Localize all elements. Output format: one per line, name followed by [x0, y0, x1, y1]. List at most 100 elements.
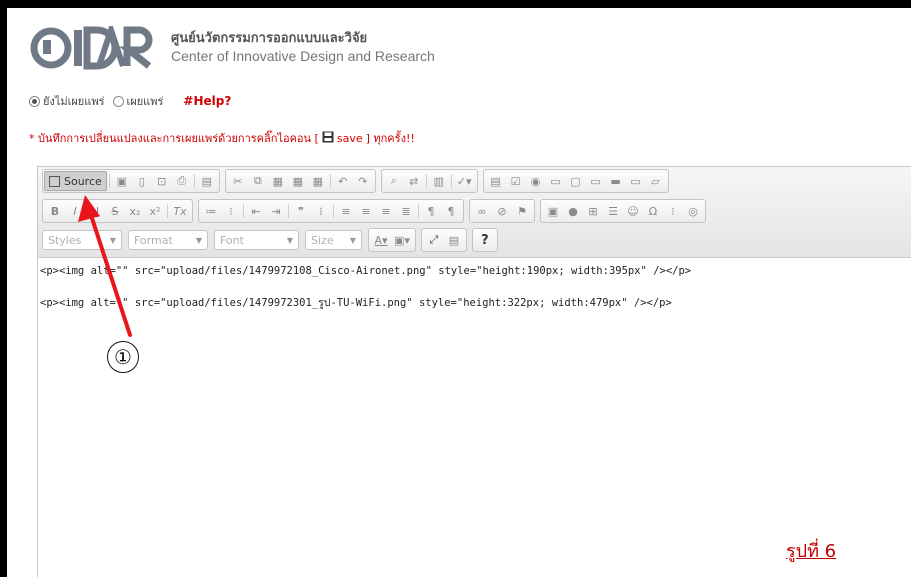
button-field-icon[interactable]: ▬ [606, 171, 626, 191]
help-link[interactable]: #Help? [183, 94, 231, 108]
radio-icon[interactable]: ◉ [526, 171, 546, 191]
new-page-icon[interactable]: ▯ [132, 171, 152, 191]
undo-icon[interactable]: ↶ [333, 171, 353, 191]
select-field-icon[interactable]: ▭ [586, 171, 606, 191]
ltr-icon[interactable]: ¶ [421, 201, 441, 221]
chevron-down-icon: ▼ [109, 235, 116, 245]
source-button[interactable]: Source [44, 171, 107, 191]
font-label: Font [220, 233, 244, 247]
form-icon[interactable]: ▤ [486, 171, 506, 191]
chevron-down-icon: ▼ [286, 235, 293, 245]
link-icon[interactable]: ∞ [472, 201, 492, 221]
published-label[interactable]: เผยแพร่ [127, 92, 164, 110]
editor-toolbars: Source ▣ ▯ ⊡ ⎙ ▤ ✂ ⧉ ▦ ▦ ▦ ↶ ↷ ⌕ ⇄ ▥ ✓▾ … [38, 167, 911, 258]
clipboard-group: ✂ ⧉ ▦ ▦ ▦ ↶ ↷ [224, 169, 376, 193]
subscript-button[interactable]: x₂ [125, 201, 145, 221]
bg-color-icon[interactable]: ▣▾ [391, 230, 413, 250]
published-radio[interactable] [112, 95, 124, 107]
hidden-field-icon[interactable]: ▱ [646, 171, 666, 191]
format-label: Format [134, 233, 173, 247]
source-line-1: <p><img alt="" src="upload/files/1479972… [40, 265, 692, 277]
align-right-icon[interactable]: ≡ [376, 201, 396, 221]
publish-status-row: ยังไม่เผยแพร่ เผยแพร่ #Help? [29, 92, 231, 110]
note-save-word: save [336, 131, 363, 145]
blockquote-icon[interactable]: ❞ [291, 201, 311, 221]
font-dropdown[interactable]: Font ▼ [214, 230, 299, 250]
align-left-icon[interactable]: ≡ [336, 201, 356, 221]
bold-button[interactable]: B [45, 201, 65, 221]
about-group: ? [471, 228, 498, 252]
div-container-icon[interactable]: ⁞ [311, 201, 331, 221]
paste-icon[interactable]: ▦ [268, 171, 288, 191]
links-group: ∞ ⊘ ⚑ [469, 199, 535, 223]
align-center-icon[interactable]: ≡ [356, 201, 376, 221]
outdent-icon[interactable]: ⇤ [246, 201, 266, 221]
format-dropdown[interactable]: Format ▼ [128, 230, 208, 250]
page: ศูนย์นวัตกรรมการออกแบบและวิจัย Center of… [7, 8, 911, 577]
bulleted-list-icon[interactable]: ⁝ [221, 201, 241, 221]
maximize-icon[interactable]: ⤢ [424, 230, 444, 250]
strike-button[interactable]: S [105, 201, 125, 221]
paste-word-icon[interactable]: ▦ [308, 171, 328, 191]
justify-icon[interactable]: ≣ [396, 201, 416, 221]
source-code-area[interactable]: <p><img alt="" src="upload/files/1479972… [38, 264, 911, 311]
select-all-icon[interactable]: ▥ [429, 171, 449, 191]
image-icon[interactable]: ▣ [543, 201, 563, 221]
paste-text-icon[interactable]: ▦ [288, 171, 308, 191]
iframe-icon[interactable]: ◎ [683, 201, 703, 221]
chevron-down-icon: ▼ [349, 235, 356, 245]
site-title-thai: ศูนย์นวัตกรรมการออกแบบและวิจัย [171, 31, 368, 46]
site-title-english: Center of Innovative Design and Research [171, 48, 435, 64]
indent-icon[interactable]: ⇥ [266, 201, 286, 221]
text-field-icon[interactable]: ▭ [546, 171, 566, 191]
source-label: Source [64, 174, 102, 188]
about-help-button[interactable]: ? [475, 230, 495, 250]
textarea-icon[interactable]: ▢ [566, 171, 586, 191]
toolbar-row-1: Source ▣ ▯ ⊡ ⎙ ▤ ✂ ⧉ ▦ ▦ ▦ ↶ ↷ ⌕ ⇄ ▥ ✓▾ … [42, 169, 674, 193]
checkbox-icon[interactable]: ☑ [506, 171, 526, 191]
unlink-icon[interactable]: ⊘ [492, 201, 512, 221]
horizontal-rule-icon[interactable]: ☰ [603, 201, 623, 221]
superscript-button[interactable]: x² [145, 201, 165, 221]
editing-group: ⌕ ⇄ ▥ ✓▾ [380, 169, 478, 193]
styles-dropdown[interactable]: Styles ▼ [42, 230, 122, 250]
remove-format-button[interactable]: Tx [170, 201, 190, 221]
note-prefix: * บันทึกการเปลี่ยนแปลงและการเผยแพร่ด้วยก… [29, 132, 319, 145]
page-break-icon[interactable]: ⁝ [663, 201, 683, 221]
show-blocks-icon[interactable]: ▤ [444, 230, 464, 250]
templates-icon[interactable]: ▤ [197, 171, 217, 191]
special-char-icon[interactable]: Ω [643, 201, 663, 221]
rtl-icon[interactable]: ¶ [441, 201, 461, 221]
preview-icon[interactable]: ⊡ [152, 171, 172, 191]
copy-icon[interactable]: ⧉ [248, 171, 268, 191]
find-icon[interactable]: ⌕ [384, 171, 404, 191]
unpublished-radio[interactable] [29, 95, 40, 107]
save-instruction-note: * บันทึกการเปลี่ยนแปลงและการเผยแพร่ด้วยก… [29, 129, 415, 147]
replace-icon[interactable]: ⇄ [404, 171, 424, 191]
underline-button[interactable]: U [85, 201, 105, 221]
size-dropdown[interactable]: Size ▼ [305, 230, 362, 250]
source-icon [49, 175, 60, 187]
site-header: ศูนย์นวัตกรรมการออกแบบและวิจัย Center of… [29, 26, 435, 76]
redo-icon[interactable]: ↷ [353, 171, 373, 191]
cut-icon[interactable]: ✂ [228, 171, 248, 191]
smiley-icon[interactable]: ☺ [623, 201, 643, 221]
note-suffix: ] ทุกครั้ง!! [365, 132, 415, 145]
table-icon[interactable]: ⊞ [583, 201, 603, 221]
italic-button[interactable]: I [65, 201, 85, 221]
numbered-list-icon[interactable]: ≔ [201, 201, 221, 221]
chevron-down-icon: ▼ [195, 235, 202, 245]
styles-label: Styles [48, 233, 82, 247]
spellcheck-icon[interactable]: ✓▾ [454, 171, 475, 191]
print-icon[interactable]: ⎙ [172, 171, 192, 191]
flash-icon[interactable]: ● [563, 201, 583, 221]
anchor-icon[interactable]: ⚑ [512, 201, 532, 221]
save-icon [322, 131, 334, 146]
insert-group: ▣ ● ⊞ ☰ ☺ Ω ⁝ ◎ [540, 199, 706, 223]
unpublished-label[interactable]: ยังไม่เผยแพร่ [43, 92, 105, 110]
paragraph-group: ≔ ⁝ ⇤ ⇥ ❞ ⁞ ≡ ≡ ≡ ≣ ¶ ¶ [198, 199, 464, 223]
figure-label: รูปที่ 6 [786, 541, 837, 562]
image-button-icon[interactable]: ▭ [626, 171, 646, 191]
save-doc-icon[interactable]: ▣ [112, 171, 132, 191]
text-color-button[interactable]: A ▾ [371, 230, 391, 250]
